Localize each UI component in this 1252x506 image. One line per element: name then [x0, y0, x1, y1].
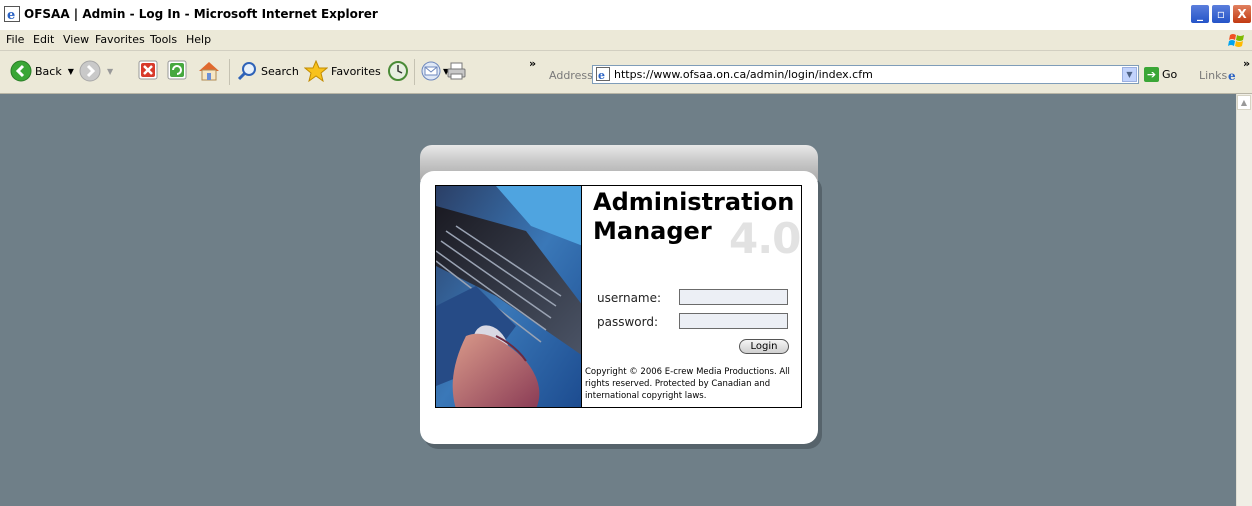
forward-button[interactable]: ▼ [79, 60, 113, 82]
close-button[interactable]: X [1232, 4, 1252, 24]
internet-explorer-icon: e [4, 6, 20, 22]
username-input[interactable] [679, 289, 788, 305]
page-icon: e [596, 67, 610, 81]
minimize-button[interactable]: _ [1190, 4, 1210, 24]
stop-icon [138, 60, 158, 80]
back-label: Back [35, 64, 62, 78]
links-label[interactable]: Links [1199, 69, 1227, 82]
restore-button[interactable]: ▫ [1211, 4, 1231, 24]
window-titlebar: e OFSAA | Admin - Log In - Microsoft Int… [0, 0, 1252, 31]
refresh-button[interactable] [167, 60, 187, 80]
printer-icon [447, 62, 466, 80]
links-ie-icon: e [1228, 69, 1236, 83]
version-watermark: 4.0 [729, 214, 801, 263]
photo-illustration [436, 186, 581, 407]
menu-file[interactable]: File [6, 33, 24, 46]
favorites-button[interactable]: Favorites [304, 60, 381, 82]
address-dropdown-icon[interactable]: ▼ [1122, 67, 1137, 82]
go-label: Go [1162, 68, 1178, 81]
favorites-label: Favorites [331, 64, 381, 78]
menu-favorites[interactable]: Favorites [95, 33, 145, 46]
menu-tools[interactable]: Tools [150, 33, 177, 46]
toolbar-separator [229, 59, 230, 85]
search-icon [237, 62, 256, 81]
vertical-scrollbar[interactable] [1236, 94, 1252, 506]
home-button[interactable] [197, 60, 221, 82]
password-label: password: [597, 315, 659, 329]
window-title: OFSAA | Admin - Log In - Microsoft Inter… [24, 7, 378, 21]
links-chevron[interactable]: » [1243, 57, 1250, 70]
password-input[interactable] [679, 313, 788, 329]
forward-dropdown-icon[interactable]: ▼ [107, 67, 113, 76]
menu-bar: File Edit View Favorites Tools Help [0, 30, 1252, 51]
favorites-star-icon [304, 60, 328, 82]
back-arrow-icon [10, 60, 32, 82]
history-button[interactable] [387, 60, 409, 82]
forward-arrow-icon [79, 60, 101, 82]
toolbar-separator [414, 59, 415, 85]
login-button[interactable]: Login [739, 339, 789, 354]
keyboard-mouse-photo [435, 185, 582, 408]
go-arrow-icon: ➔ [1144, 67, 1159, 82]
svg-text:e: e [1228, 69, 1236, 83]
svg-text:e: e [598, 69, 605, 81]
svg-text:e: e [7, 8, 15, 22]
go-button[interactable]: ➔ Go [1144, 67, 1177, 82]
app-title-line1: Administration [593, 188, 795, 216]
home-icon [199, 62, 219, 81]
address-bar[interactable]: e https://www.ofsaa.on.ca/admin/login/in… [592, 65, 1139, 84]
navigation-toolbar: Back ▼ ▼ Search Favorites ▼ » Address e … [0, 51, 1252, 94]
search-label: Search [261, 64, 299, 78]
mail-icon [421, 61, 441, 81]
back-dropdown-icon[interactable]: ▼ [68, 67, 74, 76]
address-label: Address [549, 69, 593, 82]
refresh-icon [167, 60, 187, 80]
menu-view[interactable]: View [63, 33, 89, 46]
scroll-up-arrow-icon[interactable]: ▲ [1237, 95, 1251, 110]
menu-edit[interactable]: Edit [33, 33, 54, 46]
username-label: username: [597, 291, 662, 305]
address-url[interactable]: https://www.ofsaa.on.ca/admin/login/inde… [614, 68, 873, 81]
windows-logo-icon [1228, 34, 1244, 47]
history-icon [388, 61, 408, 81]
print-button[interactable] [446, 60, 468, 82]
search-button[interactable]: Search [236, 60, 299, 82]
copyright-text: Copyright © 2006 E-crew Media Production… [585, 367, 790, 401]
mail-button[interactable]: ▼ [420, 60, 449, 82]
menu-help[interactable]: Help [186, 33, 211, 46]
stop-button[interactable] [138, 60, 158, 80]
back-button[interactable]: Back ▼ [10, 60, 74, 82]
toolbar-chevron[interactable]: » [529, 57, 536, 70]
